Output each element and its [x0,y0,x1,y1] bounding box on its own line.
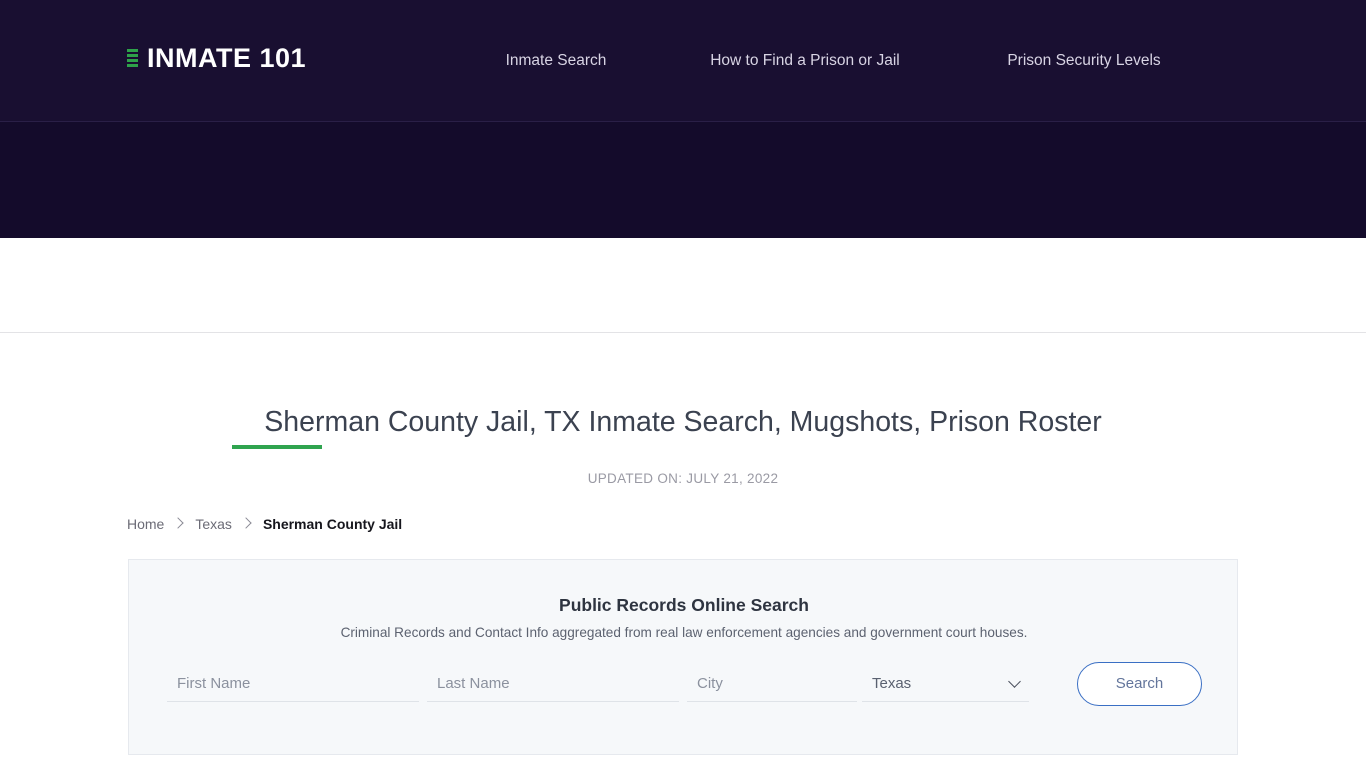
nav-item-inmate-search[interactable]: Inmate Search [450,48,662,74]
breadcrumb-item-texas[interactable]: Texas [195,514,232,534]
lookup-search-band: Inmate Lookup Service [0,122,1366,322]
public-records-card: Public Records Online Search Criminal Re… [128,559,1238,755]
nav-item-prison-security-levels[interactable]: Prison Security Levels [966,48,1202,74]
site-logo[interactable]: INMATE 101 [127,43,306,73]
chevron-right-icon [171,514,188,534]
chevron-right-icon [239,514,256,534]
title-accent-bar [232,445,322,449]
nav-item-how-to-find-a-prison-or-jail[interactable]: How to Find a Prison or Jail [684,48,926,74]
page-title: Sherman County Jail, TX Inmate Search, M… [264,406,1102,438]
public-records-search-form: Texas Search [129,662,1239,726]
breadcrumb-item-current: Sherman County Jail [262,516,403,532]
records-search-button[interactable]: Search [1077,662,1202,706]
breadcrumb-item-home[interactable]: Home [127,514,164,534]
card-title: Public Records Online Search [559,595,809,615]
site-header: INMATE 101 Inmate Search How to Find a P… [0,0,1366,122]
main-navigation: Inmate Search How to Find a Prison or Ja… [450,48,1202,74]
updated-date: UPDATED ON: JULY 21, 2022 [587,471,779,486]
last-name-input[interactable] [427,666,679,702]
first-name-input[interactable] [167,666,419,702]
state-select-wrapper: Texas [862,666,1029,702]
breadcrumb-band: Home Texas Sherman County Jail [0,238,1366,532]
state-select[interactable]: Texas [862,666,1029,701]
logo-text: INMATE 101 [147,43,307,73]
city-input[interactable] [687,666,857,702]
jail-bars-icon [127,49,138,67]
card-subtitle: Criminal Records and Contact Info aggreg… [340,625,1028,640]
breadcrumb: Home Texas Sherman County Jail [127,514,402,534]
